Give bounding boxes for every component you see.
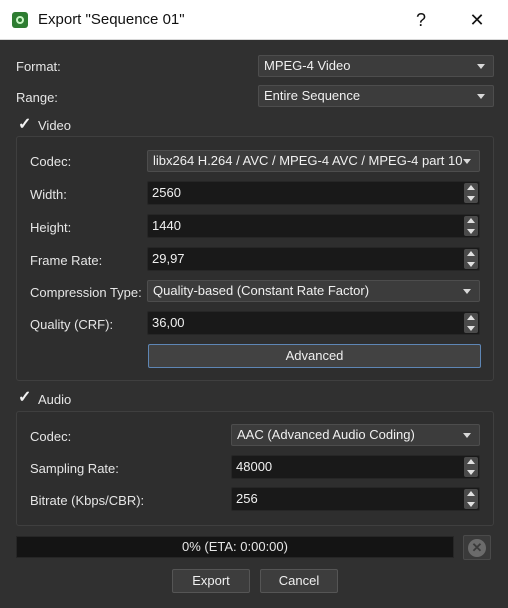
- advanced-button[interactable]: Advanced: [148, 344, 481, 368]
- height-spinbox[interactable]: 1440: [147, 214, 480, 238]
- quality-spinbox[interactable]: 36,00: [147, 311, 480, 335]
- range-value: Entire Sequence: [264, 88, 361, 103]
- audio-checkbox[interactable]: ✓: [18, 390, 34, 406]
- compression-type-select[interactable]: Quality-based (Constant Rate Factor): [147, 280, 480, 302]
- spin-down-icon[interactable]: [464, 259, 478, 269]
- width-value: 2560: [152, 185, 181, 200]
- video-codec-value: libx264 H.264 / AVC / MPEG-4 AVC / MPEG-…: [153, 153, 463, 168]
- bitrate-value: 256: [236, 491, 258, 506]
- app-icon: [12, 12, 28, 28]
- spin-down-icon[interactable]: [464, 499, 478, 509]
- width-stepper: [464, 183, 478, 203]
- bitrate-label: Bitrate (Kbps/CBR):: [30, 493, 145, 508]
- sampling-rate-label: Sampling Rate:: [30, 461, 119, 476]
- format-label: Format:: [16, 59, 61, 74]
- audio-codec-select[interactable]: AAC (Advanced Audio Coding): [231, 424, 480, 446]
- quality-label: Quality (CRF):: [30, 317, 114, 332]
- format-select[interactable]: MPEG-4 Video: [258, 55, 494, 77]
- help-button[interactable]: ?: [408, 9, 434, 31]
- cancel-button[interactable]: Cancel: [260, 569, 338, 593]
- close-button[interactable]: ✕: [464, 9, 490, 31]
- chevron-down-icon: [477, 64, 485, 69]
- spin-up-icon[interactable]: [464, 489, 478, 499]
- quality-value: 36,00: [152, 315, 185, 330]
- cancel-progress-button[interactable]: ✕: [463, 535, 491, 560]
- height-value: 1440: [152, 218, 181, 233]
- bitrate-stepper: [464, 489, 478, 509]
- audio-checkbox-label: Audio: [38, 392, 72, 407]
- spin-up-icon[interactable]: [464, 313, 478, 323]
- frame-rate-spinbox[interactable]: 29,97: [147, 247, 480, 271]
- width-spinbox[interactable]: 2560: [147, 181, 480, 205]
- spin-up-icon[interactable]: [464, 457, 478, 467]
- height-label: Height:: [30, 220, 72, 235]
- spin-up-icon[interactable]: [464, 249, 478, 259]
- height-stepper: [464, 216, 478, 236]
- sampling-rate-stepper: [464, 457, 478, 477]
- chevron-down-icon: [463, 159, 471, 164]
- window-title: Export "Sequence 01": [38, 11, 185, 28]
- export-dialog: Format: MPEG-4 Video Range: Entire Seque…: [0, 40, 508, 608]
- video-checkbox-label: Video: [38, 118, 72, 133]
- range-label: Range:: [16, 90, 58, 105]
- video-codec-label: Codec:: [30, 154, 72, 169]
- spin-down-icon[interactable]: [464, 323, 478, 333]
- sampling-rate-spinbox[interactable]: 48000: [231, 455, 480, 479]
- audio-codec-label: Codec:: [30, 429, 72, 444]
- spin-down-icon[interactable]: [464, 467, 478, 477]
- video-codec-select[interactable]: libx264 H.264 / AVC / MPEG-4 AVC / MPEG-…: [147, 150, 480, 172]
- chevron-down-icon: [463, 433, 471, 438]
- width-label: Width:: [30, 187, 67, 202]
- export-button[interactable]: Export: [172, 569, 250, 593]
- cancel-circle-icon: ✕: [468, 539, 486, 557]
- quality-stepper: [464, 313, 478, 333]
- compression-type-label: Compression Type:: [30, 285, 142, 300]
- spin-up-icon[interactable]: [464, 183, 478, 193]
- frame-rate-value: 29,97: [152, 251, 185, 266]
- frame-rate-stepper: [464, 249, 478, 269]
- chevron-down-icon: [463, 289, 471, 294]
- format-value: MPEG-4 Video: [264, 58, 351, 73]
- title-bar: Export "Sequence 01" ? ✕: [0, 0, 508, 40]
- audio-codec-value: AAC (Advanced Audio Coding): [237, 427, 415, 442]
- chevron-down-icon: [477, 94, 485, 99]
- range-select[interactable]: Entire Sequence: [258, 85, 494, 107]
- video-checkbox[interactable]: ✓: [18, 117, 34, 133]
- frame-rate-label: Frame Rate:: [30, 253, 103, 268]
- spin-down-icon[interactable]: [464, 193, 478, 203]
- compression-type-value: Quality-based (Constant Rate Factor): [153, 283, 370, 298]
- sampling-rate-value: 48000: [236, 459, 273, 474]
- spin-down-icon[interactable]: [464, 226, 478, 236]
- bitrate-spinbox[interactable]: 256: [231, 487, 480, 511]
- export-progress-bar: 0% (ETA: 0:00:00): [16, 536, 454, 558]
- spin-up-icon[interactable]: [464, 216, 478, 226]
